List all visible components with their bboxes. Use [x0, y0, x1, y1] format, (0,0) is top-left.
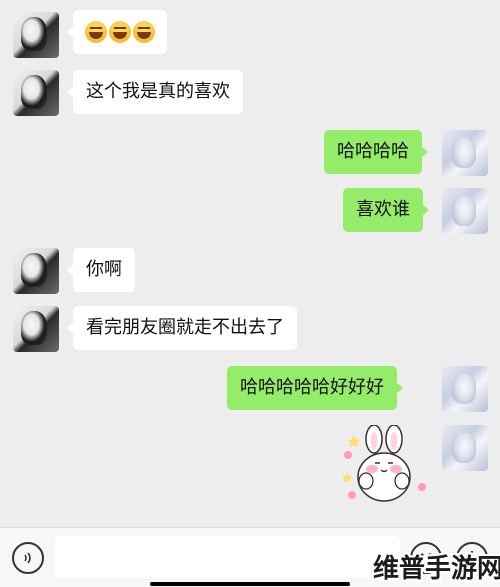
- message-text: 这个我是真的喜欢: [86, 81, 230, 102]
- message-bubble-self[interactable]: 哈哈哈哈哈好好好: [227, 366, 403, 410]
- message-text: 你啊: [86, 259, 122, 280]
- message-bubble-emoji[interactable]: [67, 10, 167, 54]
- self-avatar[interactable]: [442, 188, 488, 234]
- contact-avatar[interactable]: [13, 248, 59, 294]
- message-bubble-self[interactable]: 喜欢谁: [343, 188, 429, 232]
- home-indicator: [150, 582, 350, 586]
- message-text: 看完朋友圈就走不出去了: [86, 317, 284, 338]
- contact-avatar[interactable]: [13, 70, 59, 116]
- message-bubble[interactable]: 看完朋友圈就走不出去了: [67, 306, 297, 350]
- message-text: 哈哈哈哈哈好好好: [240, 377, 384, 398]
- message-bubble[interactable]: 这个我是真的喜欢: [67, 70, 243, 114]
- self-avatar[interactable]: [442, 366, 488, 412]
- message-text: 喜欢谁: [356, 199, 410, 220]
- self-avatar[interactable]: [442, 130, 488, 176]
- contact-avatar[interactable]: [13, 12, 59, 58]
- self-avatar[interactable]: [442, 425, 488, 471]
- message-bubble[interactable]: 你啊: [67, 248, 135, 292]
- grinning-squint-face-icon: [109, 21, 131, 43]
- message-input[interactable]: [55, 536, 400, 578]
- message-bubble-self[interactable]: 哈哈哈哈: [324, 130, 428, 174]
- watermark-logo: 维普手游网: [373, 554, 500, 584]
- grinning-squint-face-icon: [85, 21, 107, 43]
- bunny-blushing-sticker[interactable]: [342, 424, 432, 505]
- contact-avatar[interactable]: [13, 306, 59, 352]
- message-text: 哈哈哈哈: [337, 141, 409, 162]
- grinning-squint-face-icon: [133, 21, 155, 43]
- voice-icon[interactable]: [12, 542, 44, 574]
